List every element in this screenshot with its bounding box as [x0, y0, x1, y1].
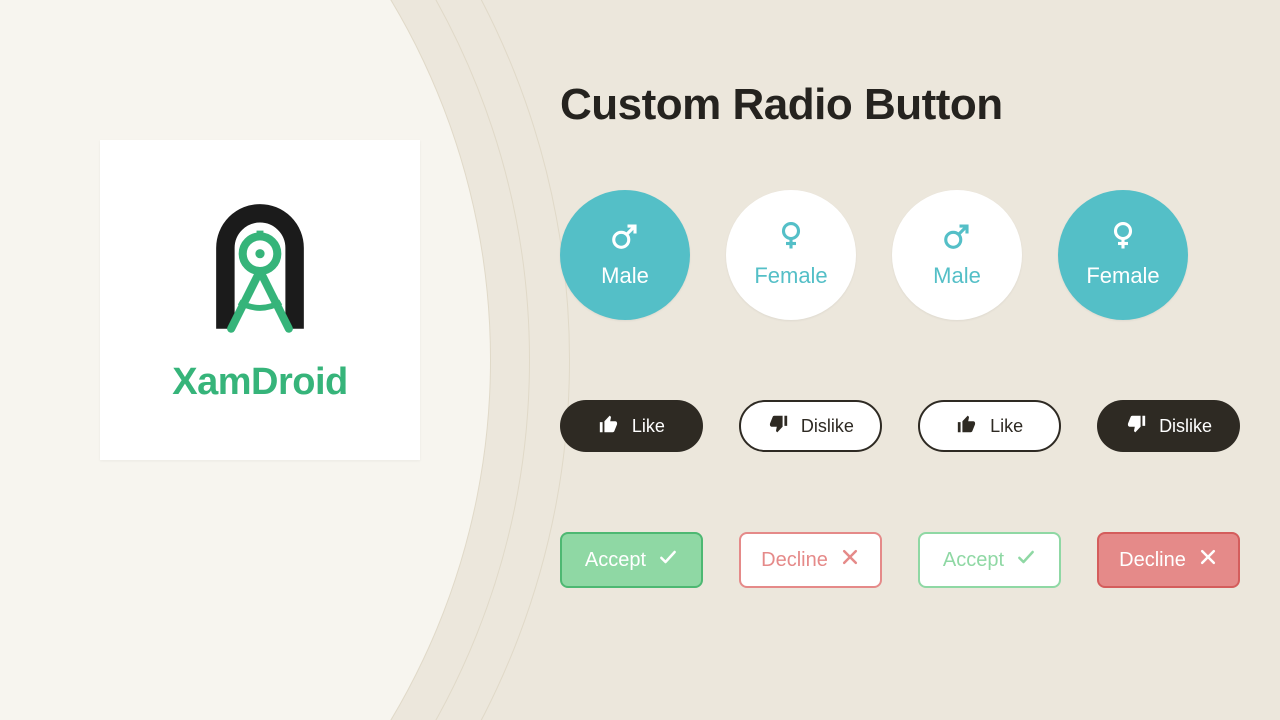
- like-button-label: Like: [990, 416, 1023, 437]
- male-icon: [610, 221, 640, 257]
- brand-name: XamDroid: [172, 361, 347, 404]
- check-icon: [1016, 547, 1036, 573]
- female-icon: [776, 221, 806, 257]
- accept-button[interactable]: Accept: [560, 532, 703, 588]
- dislike-button[interactable]: Dislike: [1097, 400, 1240, 452]
- gender-radio-row: Male Female Male Female: [560, 190, 1240, 320]
- thumb-down-icon: [767, 413, 789, 440]
- accept-button-label: Accept: [943, 549, 1004, 572]
- xamdroid-logo-icon: [190, 196, 330, 351]
- gender-radio-male[interactable]: Male: [892, 190, 1022, 320]
- gender-radio-female[interactable]: Female: [1058, 190, 1188, 320]
- thumb-up-icon: [598, 413, 620, 440]
- decline-button[interactable]: Decline: [739, 532, 882, 588]
- gender-radio-female[interactable]: Female: [726, 190, 856, 320]
- decline-button-label: Decline: [1119, 549, 1186, 572]
- decline-button[interactable]: Decline: [1097, 532, 1240, 588]
- like-radio-row: Like Dislike Like Dislike: [560, 400, 1240, 452]
- dislike-button-label: Dislike: [1159, 416, 1212, 437]
- decline-button-label: Decline: [761, 549, 828, 572]
- thumb-up-icon: [956, 413, 978, 440]
- accept-button[interactable]: Accept: [918, 532, 1061, 588]
- gender-radio-male[interactable]: Male: [560, 190, 690, 320]
- male-icon: [942, 221, 972, 257]
- page-title: Custom Radio Button: [560, 80, 1240, 130]
- gender-radio-label: Male: [933, 263, 981, 289]
- gender-radio-label: Female: [754, 263, 827, 289]
- x-icon: [1198, 547, 1218, 573]
- thumb-down-icon: [1125, 413, 1147, 440]
- content-area: Custom Radio Button Male Female Male Fem…: [560, 80, 1240, 710]
- brand-logo-card: XamDroid: [100, 140, 420, 460]
- accept-button-label: Accept: [585, 549, 646, 572]
- like-button[interactable]: Like: [918, 400, 1061, 452]
- dislike-button[interactable]: Dislike: [739, 400, 882, 452]
- check-icon: [658, 547, 678, 573]
- dislike-button-label: Dislike: [801, 416, 854, 437]
- like-button[interactable]: Like: [560, 400, 703, 452]
- female-icon: [1108, 221, 1138, 257]
- accept-radio-row: Accept Decline Accept Decline: [560, 532, 1240, 588]
- x-icon: [840, 547, 860, 573]
- gender-radio-label: Male: [601, 263, 649, 289]
- gender-radio-label: Female: [1086, 263, 1159, 289]
- like-button-label: Like: [632, 416, 665, 437]
